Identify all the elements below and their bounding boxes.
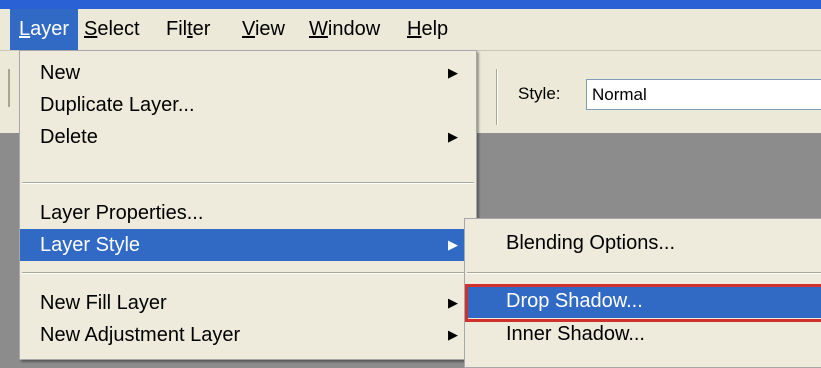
submenu-item-drop-shadow[interactable]: Drop Shadow... [465, 285, 821, 318]
menu-item-layer-properties[interactable]: Layer Properties... [20, 197, 476, 229]
menu-item-delete[interactable]: Delete ▶ [20, 121, 476, 153]
menu-help[interactable]: Help [398, 9, 457, 50]
menu-item-label: New [40, 62, 81, 84]
submenu-arrow-icon: ▶ [448, 65, 458, 80]
menu-item-label: Layer Properties... [40, 202, 204, 224]
menu-view[interactable]: View [233, 9, 294, 50]
options-separator [496, 69, 498, 125]
submenu-arrow-icon: ▶ [448, 129, 458, 144]
menu-select[interactable]: Select [75, 9, 149, 50]
menu-item-label: Delete [40, 126, 98, 148]
menu-item-duplicate-layer[interactable]: Duplicate Layer... [20, 89, 476, 121]
submenu-item-blending-options[interactable]: Blending Options... [465, 227, 821, 260]
menu-item-label: Layer Style [40, 234, 141, 256]
submenu-arrow-icon: ▶ [448, 327, 458, 342]
submenu-separator [467, 272, 821, 274]
submenu-arrow-icon: ▶ [448, 295, 458, 310]
menu-layer[interactable]: Layer [10, 9, 79, 50]
menu-window[interactable]: Window [300, 9, 389, 50]
menu-item-new[interactable]: New ▶ [20, 57, 476, 89]
submenu-arrow-icon: ▶ [448, 237, 458, 252]
menu-bar: Layer Select Filter View Window Help [0, 9, 821, 51]
toolbar-grip[interactable] [0, 69, 10, 107]
submenu-item-label: Drop Shadow... [506, 290, 643, 312]
submenu-item-label: Blending Options... [506, 232, 675, 254]
submenu-item-inner-shadow[interactable]: Inner Shadow... [465, 318, 821, 351]
menu-separator [22, 272, 474, 274]
title-bar-strip [0, 0, 821, 9]
menu-item-new-fill-layer[interactable]: New Fill Layer ▶ [20, 287, 476, 319]
menu-filter[interactable]: Filter [157, 9, 219, 50]
submenu-item-label: Inner Shadow... [506, 323, 645, 345]
menu-separator [22, 182, 474, 184]
menu-item-label: Duplicate Layer... [40, 94, 195, 116]
menu-item-label: New Fill Layer [40, 292, 167, 314]
menu-item-layer-style[interactable]: Layer Style ▶ [20, 229, 476, 261]
menu-item-new-adjustment-layer[interactable]: New Adjustment Layer ▶ [20, 319, 476, 351]
layer-menu-dropdown: New ▶ Duplicate Layer... Delete ▶ Layer … [19, 50, 477, 360]
style-label: Style: [518, 84, 561, 103]
style-select[interactable]: Normal [586, 79, 821, 110]
layer-style-submenu: Blending Options... Drop Shadow... Inner… [464, 218, 821, 368]
menu-item-label: New Adjustment Layer [40, 324, 241, 346]
